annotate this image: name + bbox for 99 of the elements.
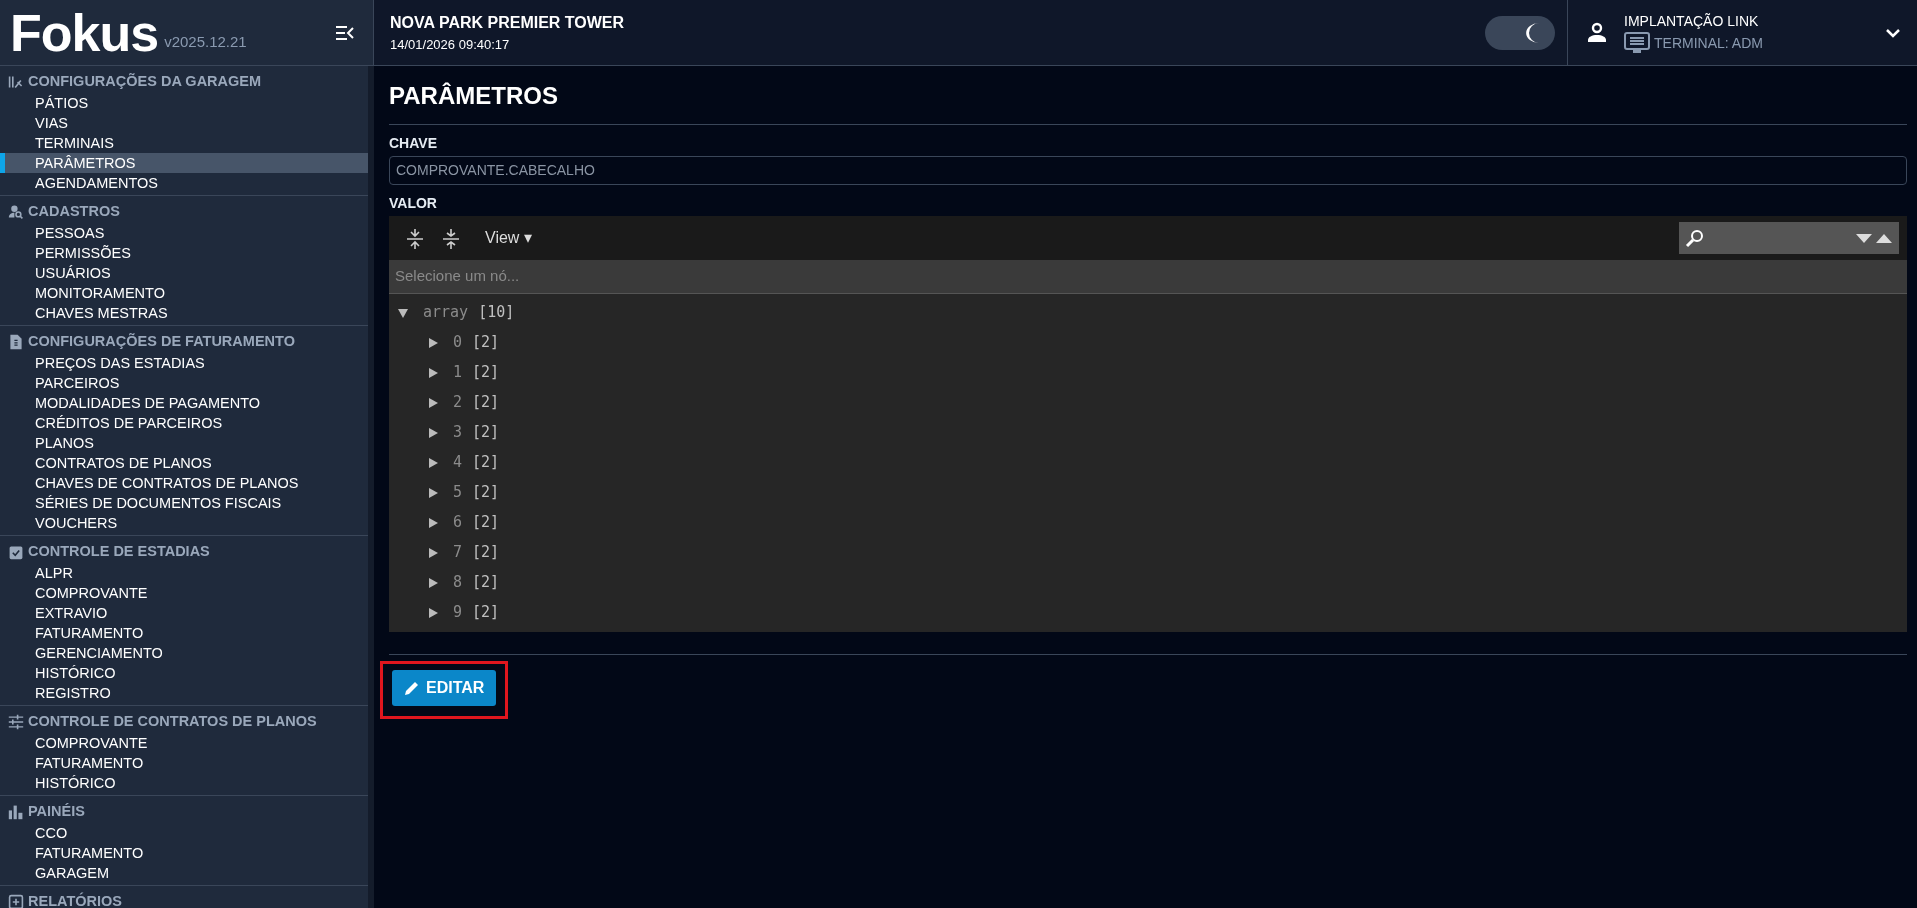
caret-right-icon[interactable] — [427, 456, 439, 469]
sliders-icon — [8, 714, 24, 730]
sidebar-item[interactable]: CHAVES DE CONTRATOS DE PLANOS — [0, 473, 368, 493]
sidebar-item[interactable]: GARAGEM — [0, 863, 368, 883]
sidebar-item[interactable]: CCO — [0, 823, 368, 843]
section-title: CONTROLE DE ESTADIAS — [28, 542, 210, 562]
sidebar-item[interactable]: PREÇOS DAS ESTADIAS — [0, 353, 368, 373]
section-title: CONFIGURAÇÕES DA GARAGEM — [28, 72, 262, 92]
caret-right-icon[interactable] — [427, 396, 439, 409]
node-key: 4 — [453, 451, 463, 474]
edit-button[interactable]: EDITAR — [392, 669, 497, 706]
theme-toggle[interactable] — [1485, 15, 1555, 50]
sidebar-item[interactable]: TERMINAIS — [0, 133, 368, 153]
sidebar-item[interactable]: PESSOAS — [0, 223, 368, 243]
logo: Fokus — [10, 6, 159, 59]
clipboard-check-icon — [8, 544, 24, 560]
node-key: 0 — [453, 331, 463, 354]
sidebar-item[interactable]: PERMISSÕES — [0, 243, 368, 263]
sidebar-item[interactable]: CHAVES MESTRAS — [0, 303, 368, 323]
node-key: 2 — [453, 391, 463, 414]
location-title: NOVA PARK PREMIER TOWER — [390, 12, 625, 33]
sidebar-item[interactable]: COMPROVANTE — [0, 733, 368, 753]
node-count: [2] — [472, 452, 500, 474]
caret-right-icon[interactable] — [427, 606, 439, 619]
node-count: [2] — [472, 512, 500, 534]
key-field[interactable]: COMPROVANTE.CABECALHO — [389, 156, 1907, 185]
sidebar-item[interactable]: FATURAMENTO — [0, 843, 368, 863]
monitor-icon — [1624, 32, 1650, 54]
menu-icon[interactable] — [335, 24, 355, 41]
node-key: 1 — [453, 361, 463, 384]
node-count: [2] — [472, 362, 500, 384]
view-menu[interactable]: View ▾ — [477, 222, 540, 254]
node-key: array — [423, 301, 469, 324]
sidebar-item[interactable]: COMPROVANTE — [0, 583, 368, 603]
caret-right-icon[interactable] — [427, 366, 439, 379]
chevron-down-icon[interactable] — [1885, 27, 1901, 38]
pencil-icon — [404, 679, 420, 696]
field-label: VALOR — [389, 194, 438, 213]
page-title: PARÂMETROS — [389, 78, 1907, 125]
sidebar-item[interactable]: USUÁRIOS — [0, 263, 368, 283]
node-key: 6 — [453, 511, 463, 534]
version-label: v2025.12.21 — [164, 31, 247, 52]
section-title: CONFIGURAÇÕES DE FATURAMENTO — [28, 332, 295, 352]
terminal-label: TERMINAL: ADM — [1654, 33, 1763, 53]
search-icon — [1685, 228, 1705, 248]
sidebar-item[interactable]: VIAS — [0, 113, 368, 133]
sidebar-item[interactable]: CRÉDITOS DE PARCEIROS — [0, 413, 368, 433]
sidebar-item[interactable]: HISTÓRICO — [0, 773, 368, 793]
node-key: 7 — [453, 541, 463, 564]
sidebar-item[interactable]: FATURAMENTO — [0, 623, 368, 643]
user-search-icon — [8, 204, 24, 220]
sidebar-item[interactable]: FATURAMENTO — [0, 753, 368, 773]
section-title: PAINÉIS — [28, 802, 85, 822]
caret-down-icon[interactable] — [397, 306, 409, 319]
node-key: 5 — [453, 481, 463, 504]
sidebar-item[interactable]: PÁTIOS — [0, 93, 368, 113]
sidebar-item[interactable]: GERENCIAMENTO — [0, 643, 368, 663]
sidebar-item[interactable]: HISTÓRICO — [0, 663, 368, 683]
sidebar-item[interactable]: EXTRAVIO — [0, 603, 368, 623]
caret-right-icon[interactable] — [427, 546, 439, 559]
sidebar-item[interactable]: ALPR — [0, 563, 368, 583]
sidebar-item[interactable]: AGENDAMENTOS — [0, 173, 368, 193]
caret-right-icon[interactable] — [427, 486, 439, 499]
sidebar-item[interactable]: REGISTRO — [0, 683, 368, 703]
sidebar-item[interactable]: PARCEIROS — [0, 373, 368, 393]
node-count: [2] — [472, 542, 500, 564]
user-icon — [1586, 21, 1608, 44]
sidebar-item[interactable]: CONTRATOS DE PLANOS — [0, 453, 368, 473]
section-title: CADASTROS — [28, 202, 120, 222]
node-count: [2] — [472, 332, 500, 354]
field-label: CHAVE — [389, 134, 438, 153]
node-key: 3 — [453, 421, 463, 444]
collapse-icon — [441, 227, 461, 250]
bar-chart-icon — [8, 804, 24, 820]
node-count: [10] — [478, 302, 515, 324]
node-key: 8 — [453, 571, 463, 594]
node-count: [2] — [472, 422, 500, 444]
sidebar-item[interactable]: PLANOS — [0, 433, 368, 453]
sidebar-item[interactable]: MONITORAMENTO — [0, 283, 368, 303]
user-name: IMPLANTAÇÃO LINK — [1624, 12, 1760, 31]
node-count: [2] — [472, 392, 500, 414]
search-field[interactable] — [1679, 222, 1899, 254]
date-time: 14/01/2026 09:40:17 — [390, 35, 511, 54]
sort-arrows-icon[interactable] — [1855, 232, 1893, 244]
sidebar-item[interactable]: VOUCHERS — [0, 513, 368, 533]
caret-right-icon[interactable] — [427, 426, 439, 439]
document-icon — [8, 334, 24, 350]
caret-right-icon[interactable] — [427, 576, 439, 589]
caret-right-icon[interactable] — [427, 336, 439, 349]
caret-right-icon[interactable] — [427, 516, 439, 529]
sidebar-item[interactable]: MODALIDADES DE PAGAMENTO — [0, 393, 368, 413]
node-count: [2] — [472, 572, 500, 594]
node-count: [2] — [472, 602, 500, 624]
sidebar-item[interactable]: PARÂMETROS — [0, 153, 368, 173]
node-count: [2] — [472, 482, 500, 504]
node-key: 9 — [453, 601, 463, 624]
section-title: CONTROLE DE CONTRATOS DE PLANOS — [28, 712, 317, 732]
sidebar-item[interactable]: SÉRIES DE DOCUMENTOS FISCAIS — [0, 493, 368, 513]
section-title: RELATÓRIOS — [28, 891, 122, 908]
